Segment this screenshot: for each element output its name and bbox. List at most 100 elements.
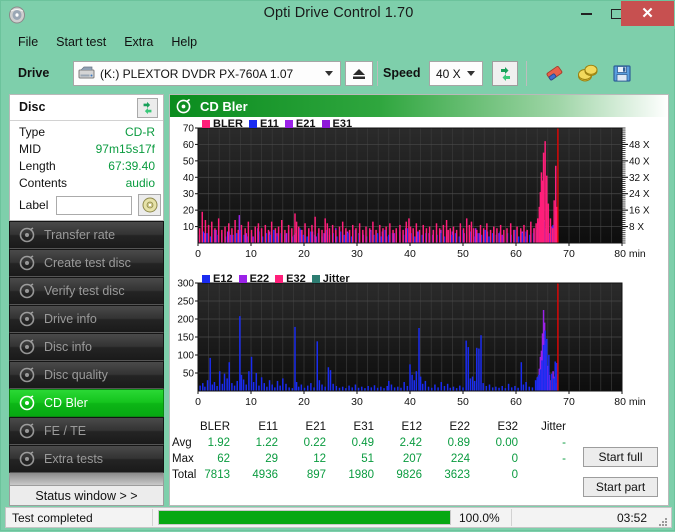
- sidebar-item-drive-info[interactable]: Drive info: [9, 305, 164, 333]
- svg-text:32 X: 32 X: [629, 173, 650, 184]
- start-part-button[interactable]: Start part: [583, 477, 658, 497]
- stats-cell: 2.42: [399, 437, 422, 449]
- app-window: Opti Drive Control 1.70 ✕ File Start tes…: [0, 0, 675, 531]
- legend-item-jitter: Jitter: [311, 273, 350, 285]
- status-divider-2: [511, 509, 512, 526]
- sidebar-item-disc-quality[interactable]: Disc quality: [9, 361, 164, 389]
- stats-column-header: E31: [353, 421, 374, 433]
- stats-cell: 3623: [444, 469, 470, 481]
- svg-text:40: 40: [183, 173, 195, 184]
- disc-value-type: CD-R: [125, 125, 155, 139]
- menu-item-help[interactable]: Help: [162, 33, 206, 51]
- svg-text:40: 40: [404, 396, 416, 408]
- svg-text:10: 10: [245, 248, 257, 260]
- drive-value: (K:) PLEXTOR DVDR PX-760A 1.07: [100, 66, 294, 81]
- stats-cell: 897: [306, 469, 326, 481]
- drive-select[interactable]: (K:) PLEXTOR DVDR PX-760A 1.07: [73, 61, 341, 86]
- sidebar-item-disc-info[interactable]: Disc info: [9, 333, 164, 361]
- svg-text:60: 60: [183, 140, 195, 151]
- sidebar-item-fe-te[interactable]: FE / TE: [9, 417, 164, 445]
- disc-icon: [19, 339, 35, 355]
- legend-item-e21: E21: [284, 118, 316, 130]
- disc-row-contents: Contents audio: [10, 176, 163, 193]
- stats-cell: 0.22: [303, 437, 326, 449]
- sidebar-item-transfer-rate[interactable]: Transfer rate: [9, 221, 164, 249]
- speed-select[interactable]: 40 X: [429, 61, 483, 86]
- minimize-button[interactable]: [571, 1, 601, 26]
- disc-panel-title: Disc: [19, 100, 46, 114]
- stats-cell: 29: [265, 453, 278, 465]
- stats-cell: 4936: [252, 469, 278, 481]
- legend-swatch-icon: [311, 275, 320, 283]
- legend-swatch-icon: [284, 120, 293, 128]
- stats-column-header: BLER: [199, 421, 230, 433]
- status-divider-1: [152, 509, 153, 526]
- svg-text:20: 20: [298, 396, 310, 408]
- disc-refresh-button[interactable]: [137, 98, 158, 118]
- svg-text:150: 150: [177, 333, 194, 344]
- disc-icon: [19, 227, 35, 243]
- refresh-button[interactable]: [492, 61, 518, 86]
- sidebar-item-verify-test-disc[interactable]: Verify test disc: [9, 277, 164, 305]
- disc-icon: [19, 367, 35, 383]
- main-panel: CD Bler BLER E11 E21 E31 10 20 30 40 50 60 70 8 X1…: [169, 94, 669, 506]
- menu-item-start-test[interactable]: Start test: [47, 33, 115, 51]
- save-icon: [613, 65, 631, 82]
- refresh-icon: [500, 66, 510, 81]
- start-full-button[interactable]: Start full: [583, 447, 658, 467]
- legend-label: E31: [332, 118, 353, 130]
- stats-cell: 1.22: [255, 437, 278, 449]
- close-icon: ✕: [641, 5, 654, 22]
- disc-icon: [19, 283, 35, 299]
- legend-swatch-icon: [321, 120, 330, 128]
- stats-cell: 51: [361, 453, 374, 465]
- save-button[interactable]: [609, 61, 635, 86]
- sidebar-item-cd-bler[interactable]: CD Bler: [9, 389, 164, 417]
- svg-text:50: 50: [183, 156, 195, 167]
- legend-swatch-icon: [275, 275, 284, 283]
- e12-chart: E12 E22 E32 Jitter 50 100 150 200 250 300 0 10 20 30…: [170, 272, 668, 419]
- svg-text:48 X: 48 X: [629, 140, 650, 151]
- disc-key-length: Length: [19, 159, 56, 173]
- stats-cell: 0.49: [351, 437, 374, 449]
- close-button[interactable]: ✕: [621, 1, 674, 26]
- resize-grip-icon[interactable]: [657, 514, 668, 526]
- title-bar: Opti Drive Control 1.70 ✕: [1, 1, 675, 29]
- menu-item-extra[interactable]: Extra: [115, 33, 162, 51]
- label-cd-button[interactable]: [138, 194, 161, 216]
- eject-button[interactable]: [345, 61, 373, 86]
- disc-icon: [19, 255, 35, 271]
- sidebar-item-create-test-disc[interactable]: Create test disc: [9, 249, 164, 277]
- legend-item-e11: E11: [248, 118, 279, 130]
- coins-button[interactable]: [575, 61, 601, 86]
- svg-text:70: 70: [563, 396, 575, 408]
- svg-text:10: 10: [183, 222, 195, 233]
- sidebar-nav: Transfer rate Create test disc Verify te…: [9, 221, 164, 487]
- svg-text:50: 50: [183, 369, 195, 380]
- sidebar-item-label: Disc info: [44, 340, 92, 354]
- toolbar-divider-2: [526, 61, 527, 86]
- svg-text:8 X: 8 X: [629, 222, 644, 233]
- label-field-label: Label: [19, 198, 49, 212]
- svg-text:250: 250: [177, 297, 194, 308]
- elapsed-time: 03:52: [616, 510, 647, 525]
- svg-text:70: 70: [183, 124, 195, 135]
- cd-icon: [142, 197, 157, 213]
- svg-text:20: 20: [183, 206, 195, 217]
- svg-text:50: 50: [457, 396, 469, 408]
- legend-label: E21: [295, 118, 316, 130]
- stats-cell: 0: [511, 453, 518, 465]
- stats-column-header: E11: [258, 421, 278, 433]
- menu-item-file[interactable]: File: [9, 33, 47, 51]
- svg-text:10: 10: [245, 396, 257, 408]
- sidebar-item-extra-tests[interactable]: Extra tests: [9, 445, 164, 473]
- bler-chart: BLER E11 E21 E31 10 20 30 40 50 60 70 8 X 16 X 24 X 3…: [170, 117, 668, 272]
- main-panel-header: CD Bler: [170, 95, 668, 117]
- erase-button[interactable]: [542, 61, 568, 86]
- e12-chart-legend: E12 E22 E32 Jitter: [202, 273, 356, 285]
- legend-swatch-icon: [238, 275, 247, 283]
- label-input[interactable]: [56, 196, 132, 215]
- status-window-button[interactable]: Status window > >: [9, 485, 164, 506]
- stats-cell: 12: [313, 453, 326, 465]
- svg-text:16 X: 16 X: [629, 206, 650, 217]
